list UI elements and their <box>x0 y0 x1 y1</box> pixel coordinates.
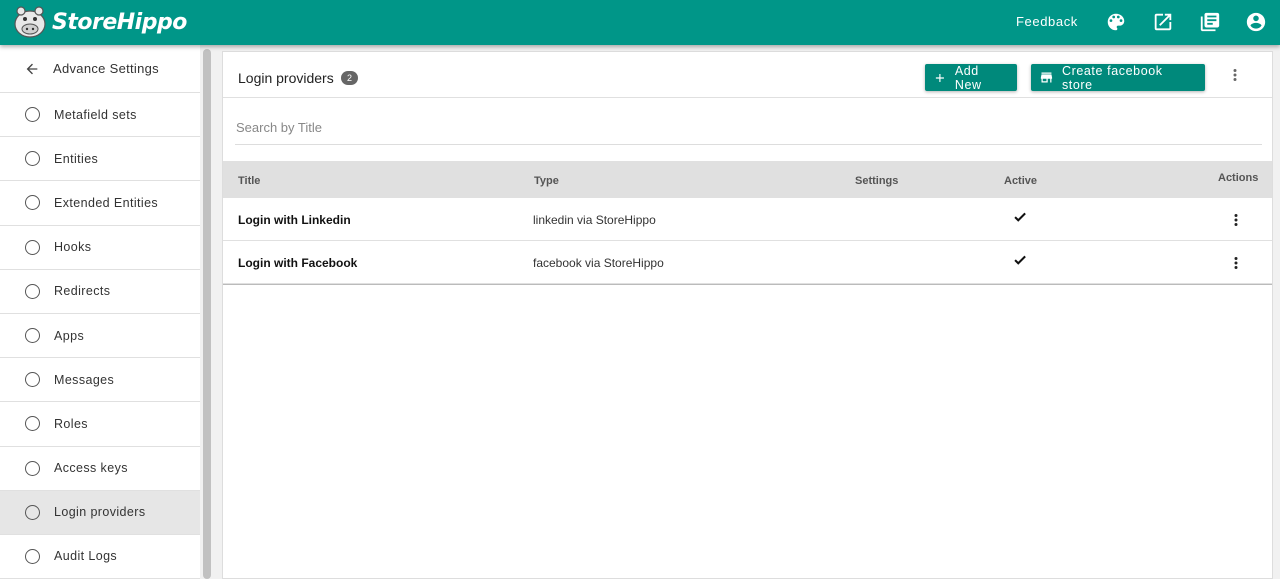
sidebar-item-label: Extended Entities <box>54 195 159 210</box>
column-actions: Actions <box>1218 172 1259 184</box>
row-actions-icon[interactable] <box>1227 211 1245 229</box>
store-icon <box>1040 72 1053 83</box>
more-options-icon[interactable] <box>1226 66 1244 84</box>
create-facebook-store-button[interactable]: Create facebook store <box>1031 63 1205 92</box>
column-settings: Settings <box>855 175 899 187</box>
radio-icon <box>25 548 40 564</box>
back-label: Advance Settings <box>53 61 159 76</box>
row-title[interactable]: Login with Facebook <box>238 256 357 270</box>
sidebar-item-label: Login providers <box>54 505 146 520</box>
column-type[interactable]: Type <box>534 175 559 187</box>
sidebar-item-metafield-sets[interactable]: Metafield sets <box>0 93 200 138</box>
table-header: Title Type Settings Active Actions <box>223 161 1272 198</box>
sidebar-item-label: Entities <box>54 151 99 166</box>
sidebar-scrollbar-thumb[interactable] <box>203 49 211 579</box>
sidebar-item-messages[interactable]: Messages <box>0 358 200 403</box>
radio-icon <box>25 151 40 167</box>
panel-header: Login providers 2 Add New Create faceboo… <box>223 52 1272 98</box>
count-badge: 2 <box>341 71 358 85</box>
sidebar-item-login-providers[interactable]: Login providers <box>0 490 200 535</box>
feedback-link[interactable]: Feedback <box>1016 14 1078 29</box>
row-title[interactable]: Login with Linkedin <box>238 213 351 227</box>
radio-icon <box>25 283 40 299</box>
sidebar-item-label: Messages <box>54 372 115 387</box>
sidebar-item-hooks[interactable]: Hooks <box>0 226 200 270</box>
sidebar-item-redirects[interactable]: Redirects <box>0 270 200 314</box>
radio-icon <box>25 239 40 255</box>
sidebar-item-access-keys[interactable]: Access keys <box>0 447 200 491</box>
palette-icon[interactable] <box>1105 11 1127 33</box>
back-to-advance-settings[interactable]: Advance Settings <box>0 45 200 93</box>
sidebar-item-roles[interactable]: Roles <box>0 402 200 447</box>
row-type: linkedin via StoreHippo <box>533 213 656 227</box>
sidebar-item-label: Metafield sets <box>54 107 137 122</box>
hippo-logo-icon <box>14 6 46 38</box>
add-new-label: Add New <box>954 63 982 92</box>
sidebar-item-label: Roles <box>54 416 88 431</box>
column-title[interactable]: Title <box>238 175 260 187</box>
radio-icon <box>25 372 40 388</box>
row-type: facebook via StoreHippo <box>533 256 664 270</box>
sidebar-item-label: Access keys <box>54 461 128 476</box>
radio-icon <box>25 195 40 211</box>
arrow-back-icon <box>26 63 38 74</box>
sidebar-item-entities[interactable]: Entities <box>0 137 200 182</box>
sidebar-item-label: Apps <box>54 328 85 343</box>
open-external-icon[interactable] <box>1152 11 1174 33</box>
main-panel: Login providers 2 Add New Create faceboo… <box>222 51 1273 579</box>
page-title: Login providers <box>238 70 334 86</box>
sidebar-item-apps[interactable]: Apps <box>0 314 200 359</box>
search-input[interactable]: Search by Title <box>235 118 1262 145</box>
radio-icon <box>25 328 40 344</box>
radio-icon <box>25 504 40 520</box>
radio-icon <box>25 416 40 432</box>
sidebar-item-audit-logs[interactable]: Audit Logs <box>0 535 200 579</box>
providers-table: Title Type Settings Active Actions Login… <box>223 161 1272 285</box>
sidebar-item-label: Audit Logs <box>54 549 118 564</box>
radio-icon <box>25 460 40 476</box>
add-new-button[interactable]: Add New <box>925 63 1017 92</box>
sidebar-item-extended-entities[interactable]: Extended Entities <box>0 181 200 226</box>
sidebar-item-label: Hooks <box>54 240 92 255</box>
sidebar-item-label: Redirects <box>54 284 111 299</box>
table-row[interactable]: Login with Linkedin linkedin via StoreHi… <box>223 198 1272 241</box>
settings-sidebar: Advance Settings Metafield sets Entities… <box>0 45 200 579</box>
column-active[interactable]: Active <box>1004 175 1037 187</box>
check-icon <box>1014 212 1026 222</box>
brand-name: StoreHippo <box>52 9 187 35</box>
create-facebook-store-label: Create facebook store <box>1061 63 1163 92</box>
table-divider <box>223 284 1272 285</box>
library-icon[interactable] <box>1199 11 1221 33</box>
account-circle-icon[interactable] <box>1245 11 1267 33</box>
check-icon <box>1014 255 1026 265</box>
plus-icon <box>935 73 944 82</box>
top-app-bar: StoreHippo Feedback <box>0 0 1280 45</box>
brand-logo[interactable]: StoreHippo <box>12 2 187 42</box>
table-row[interactable]: Login with Facebook facebook via StoreHi… <box>223 241 1272 284</box>
row-actions-icon[interactable] <box>1227 254 1245 272</box>
radio-icon <box>25 107 40 123</box>
